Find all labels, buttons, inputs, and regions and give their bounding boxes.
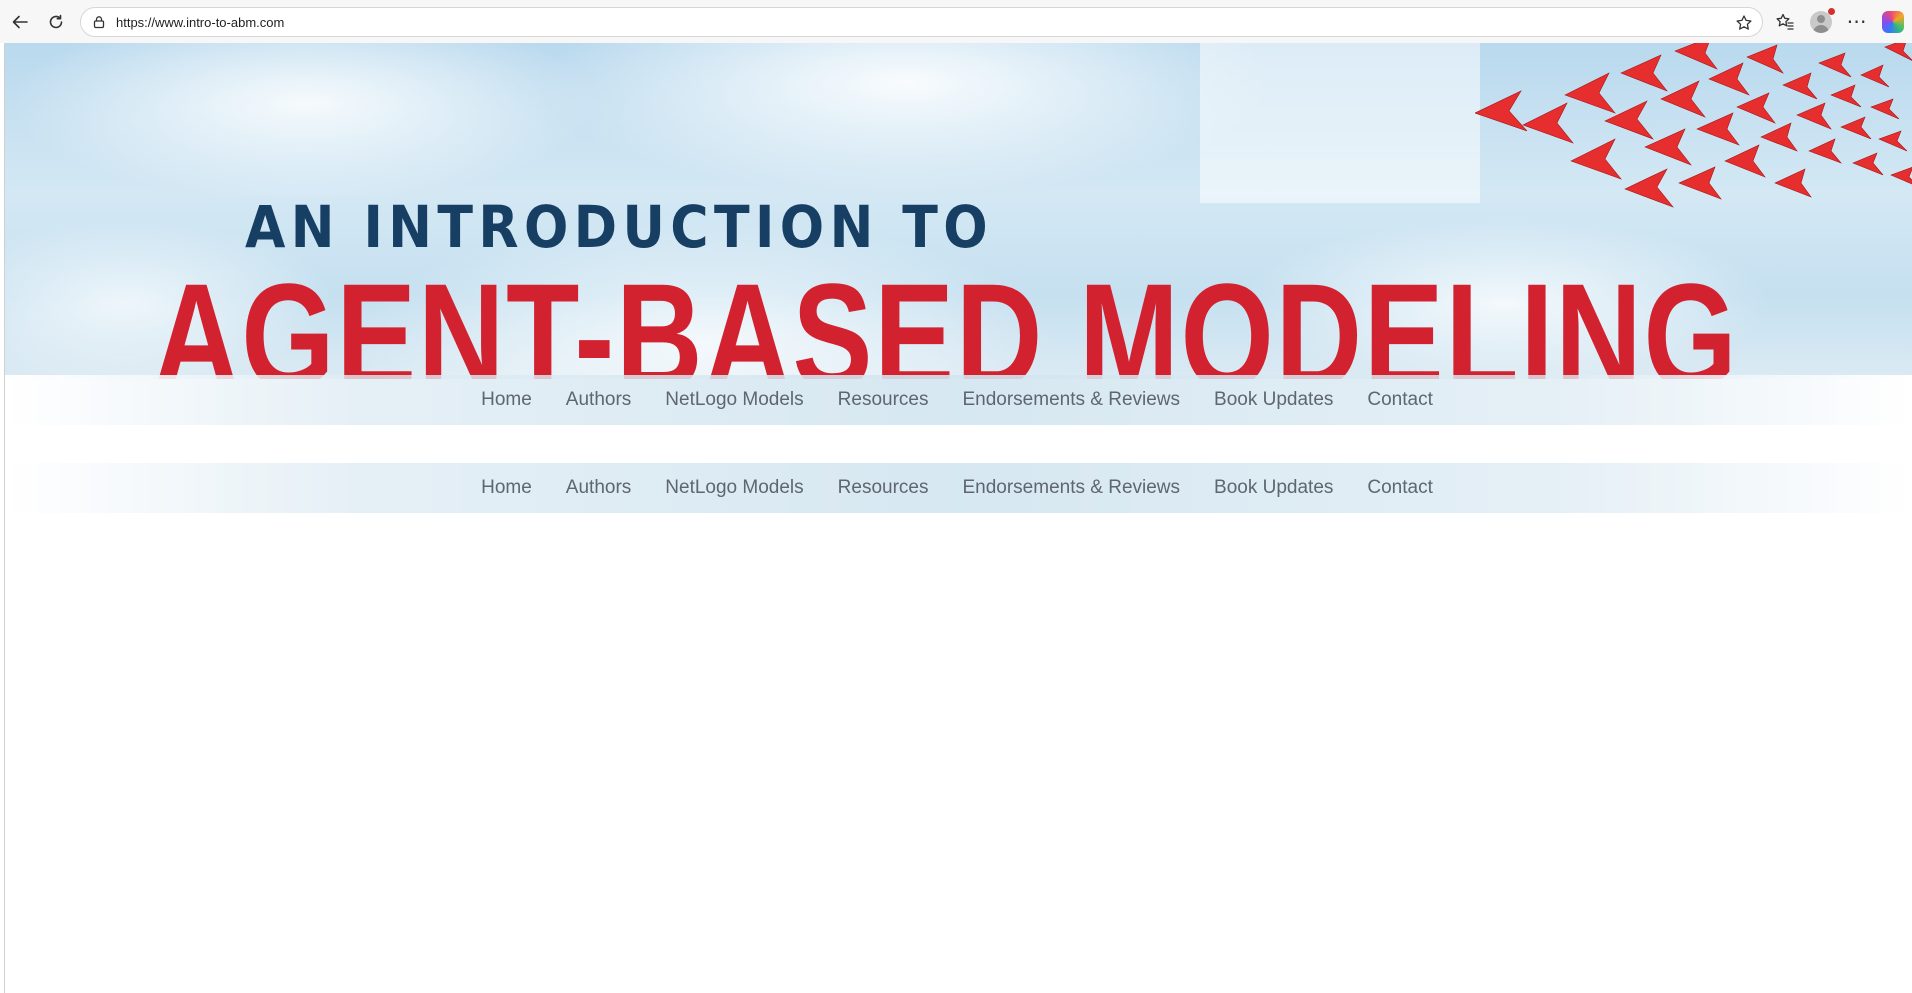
favorite-button[interactable] [1734, 13, 1754, 33]
toolbar-actions: ⋯ [1772, 7, 1906, 37]
banner-haze [1200, 43, 1480, 203]
reload-button[interactable] [42, 8, 70, 36]
nav-contact[interactable]: Contact [1350, 477, 1449, 499]
copilot-icon [1882, 11, 1904, 33]
nav-resources[interactable]: Resources [821, 389, 946, 411]
more-icon: ⋯ [1846, 11, 1868, 33]
nav-netlogo-models[interactable]: NetLogo Models [648, 389, 820, 411]
reload-icon [49, 14, 63, 28]
address-bar[interactable]: https://www.intro-to-abm.com [80, 7, 1763, 37]
nav-authors[interactable]: Authors [549, 477, 648, 499]
nav-authors[interactable]: Authors [549, 389, 648, 411]
favorites-icon [1776, 13, 1794, 30]
page-content: AN INTRODUCTION TO AGENT-BASED MODELING … [4, 43, 1912, 993]
header-banner: AN INTRODUCTION TO AGENT-BASED MODELING [5, 43, 1912, 379]
notification-dot [1828, 8, 1835, 15]
star-icon [1736, 15, 1752, 30]
site-info-button[interactable] [90, 13, 108, 31]
browser-toolbar: https://www.intro-to-abm.com ⋯ [0, 0, 1912, 43]
more-button[interactable]: ⋯ [1844, 9, 1870, 35]
nav-endorsements-reviews[interactable]: Endorsements & Reviews [945, 477, 1197, 499]
banner-title: AGENT-BASED MODELING [153, 252, 1739, 379]
arrow-flock-image [1475, 43, 1912, 208]
nav-book-updates[interactable]: Book Updates [1197, 389, 1350, 411]
nav-home[interactable]: Home [464, 389, 549, 411]
profile-button[interactable] [1808, 8, 1835, 35]
back-button[interactable] [6, 8, 34, 36]
copilot-button[interactable] [1880, 9, 1906, 35]
nav-home[interactable]: Home [464, 477, 549, 499]
banner-subtitle: AN INTRODUCTION TO [245, 193, 994, 261]
lock-icon [93, 16, 105, 29]
nav-resources[interactable]: Resources [821, 477, 946, 499]
url-text[interactable]: https://www.intro-to-abm.com [116, 15, 284, 30]
arrow-left-icon [12, 15, 28, 28]
secondary-nav: Home Authors NetLogo Models Resources En… [5, 463, 1912, 513]
nav-contact[interactable]: Contact [1350, 389, 1449, 411]
primary-nav: Home Authors NetLogo Models Resources En… [5, 375, 1912, 425]
nav-book-updates[interactable]: Book Updates [1197, 477, 1350, 499]
favorites-button[interactable] [1772, 9, 1798, 35]
nav-endorsements-reviews[interactable]: Endorsements & Reviews [945, 389, 1197, 411]
nav-netlogo-models[interactable]: NetLogo Models [648, 477, 820, 499]
